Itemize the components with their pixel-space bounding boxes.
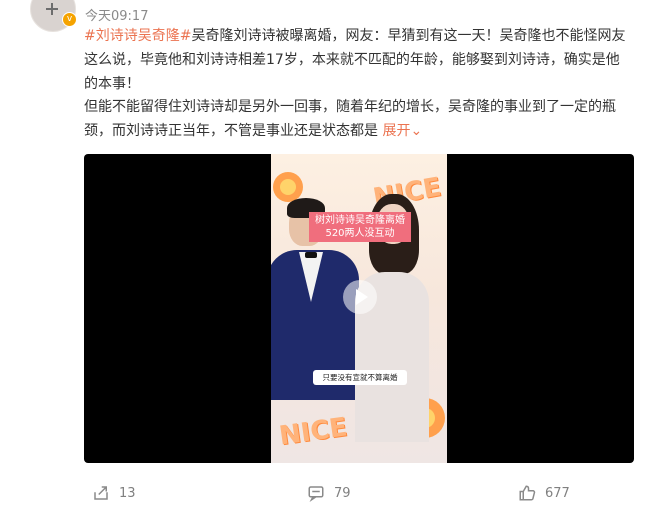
topic-tag[interactable]: 吴奇隆# <box>138 28 192 44</box>
video-title-box: 树刘诗诗吴奇隆离婚 520两人没互动 <box>309 212 411 242</box>
video-thumbnail[interactable]: NICE NICE 树刘诗诗吴奇隆离婚 520两人没互动 只要没有宣就不算离婚 <box>271 154 447 463</box>
video-subtitle: 只要没有宣就不算离婚 <box>313 370 407 385</box>
sticker-nice-bottom: NICE <box>277 412 350 452</box>
thumbs-up-icon <box>519 485 536 501</box>
comment-icon <box>308 486 324 502</box>
flower-decoration <box>273 172 303 202</box>
chevron-down-icon: ⌄ <box>410 123 423 140</box>
post-text-line: 吴奇隆刘诗诗被曝离婚，网友：早猜到有这一天！吴奇隆也不能怪网友 <box>191 28 626 44</box>
verified-badge: v <box>62 12 77 27</box>
share-button[interactable]: 13 <box>92 484 136 502</box>
plus-icon <box>46 3 58 15</box>
video-title-line2: 520两人没互动 <box>325 228 395 239</box>
topic-tag[interactable]: #刘诗诗 <box>84 28 138 44</box>
post-text-line: 这么说，毕竟他和刘诗诗相差17岁，本来就不匹配的年龄，能够娶到刘诗诗，确实是他 <box>84 51 620 68</box>
video-title-line1: 树刘诗诗吴奇隆离婚 <box>315 215 405 226</box>
play-button[interactable] <box>343 280 377 314</box>
like-count: 677 <box>545 485 570 501</box>
like-button[interactable]: 677 <box>518 484 570 502</box>
comment-button[interactable]: 79 <box>307 484 351 502</box>
expand-link[interactable]: 展开⌄ <box>382 123 422 139</box>
post-time: 今天09:17 <box>85 9 149 24</box>
share-count: 13 <box>119 485 136 501</box>
share-icon <box>94 486 108 500</box>
post-content: #刘诗诗吴奇隆#吴奇隆刘诗诗被曝离婚，网友：早猜到有这一天！吴奇隆也不能怪网友 … <box>84 25 640 144</box>
video-player[interactable]: NICE NICE 树刘诗诗吴奇隆离婚 520两人没互动 只要没有宣就不算离婚 <box>84 154 634 463</box>
post-text-line: 的本事！ <box>84 75 140 92</box>
post-text-line: 但能不能留得住刘诗诗却是另外一回事，随着年纪的增长，吴奇隆的事业到了一定的瓶 <box>84 99 616 116</box>
post-text-line: 颈，而刘诗诗正当年，不管是事业还是状态都是 <box>84 123 378 140</box>
comment-count: 79 <box>334 485 351 501</box>
